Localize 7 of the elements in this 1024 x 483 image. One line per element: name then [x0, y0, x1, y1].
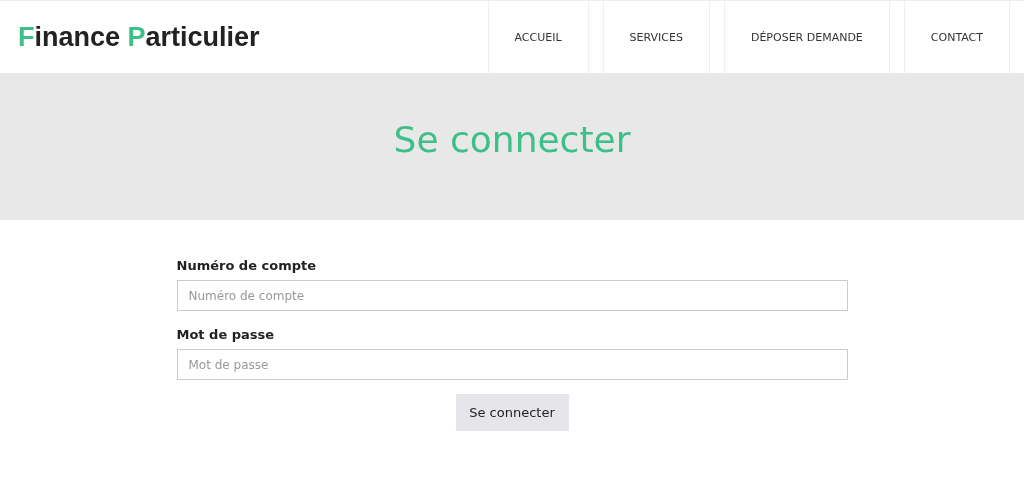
input-field[interactable]: Numéro de compte — [176, 280, 848, 311]
login-button[interactable]: Se connecter — [455, 394, 569, 431]
field-label: Numéro de compte — [176, 258, 318, 273]
input-field[interactable]: Mot de passe — [176, 349, 848, 380]
page-title: Se connecter — [393, 119, 631, 160]
site-logo[interactable]: Finance Particulier — [18, 21, 260, 53]
field-label: Mot de passe — [176, 327, 276, 342]
